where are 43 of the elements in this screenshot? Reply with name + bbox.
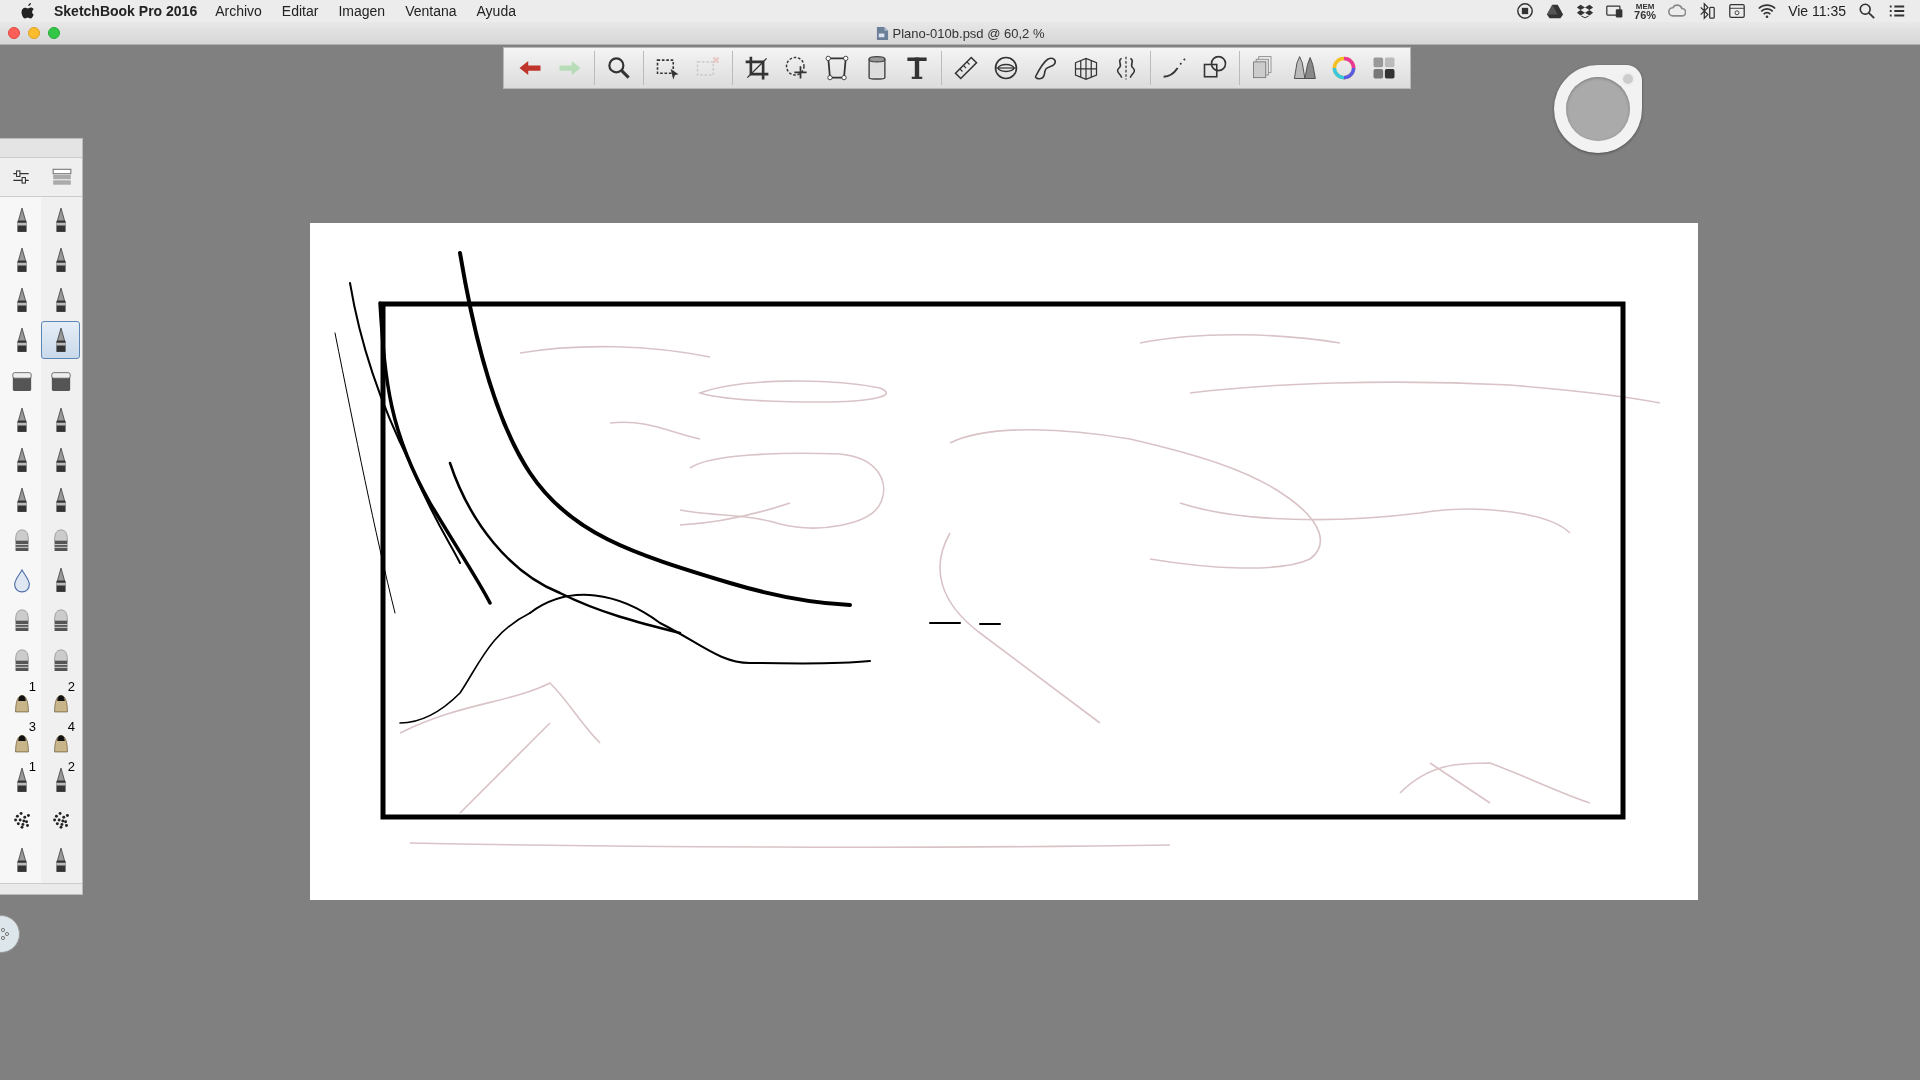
zoom-icon: [605, 54, 633, 82]
crop-icon: [743, 54, 771, 82]
brush-number: 4: [67, 719, 75, 734]
brush-tool[interactable]: 1: [2, 681, 41, 719]
close-button[interactable]: [8, 27, 20, 39]
brush-tool[interactable]: [41, 321, 80, 359]
library-icon[interactable]: [50, 166, 73, 188]
puck-handle[interactable]: [1621, 72, 1635, 86]
distort-icon: [823, 54, 851, 82]
brush-tool[interactable]: 3: [2, 721, 41, 759]
dots-icon: [1, 928, 9, 940]
wifi-icon[interactable]: [1758, 2, 1777, 20]
brush-tool[interactable]: 2: [41, 681, 80, 719]
menu-item[interactable]: Ventana: [405, 3, 457, 19]
color-wheel-icon: [1330, 54, 1358, 82]
cloud-icon[interactable]: [1668, 2, 1687, 20]
memory-label: MEM: [1635, 2, 1655, 11]
record-icon[interactable]: [1516, 2, 1535, 20]
apple-icon[interactable]: [20, 2, 36, 20]
box-icon[interactable]: [1576, 2, 1595, 20]
brush-number: 2: [67, 679, 75, 694]
clock[interactable]: Vie 11:35: [1788, 3, 1846, 19]
brush-number: 1: [28, 759, 36, 774]
menu-item[interactable]: Imagen: [338, 3, 386, 19]
search-icon[interactable]: [1858, 2, 1876, 20]
brush-number: 3: [28, 719, 36, 734]
ellipse-icon: [992, 54, 1020, 82]
triangle-icon[interactable]: [1546, 2, 1565, 20]
app-menu[interactable]: SketchBook Pro 2016: [54, 3, 198, 19]
bluetooth-icon[interactable]: [1698, 2, 1717, 20]
memory-value: 76%: [1634, 11, 1657, 20]
brush-tool[interactable]: 1: [2, 761, 41, 799]
brush-number: 2: [67, 759, 75, 774]
brush-number: 1: [28, 679, 36, 694]
color-puck[interactable]: [1554, 65, 1642, 153]
window-title: Plano-010b.psd @ 60,2 %: [892, 25, 1045, 41]
menu-item[interactable]: Editar: [281, 3, 319, 19]
menu-item[interactable]: Ayuda: [476, 3, 516, 19]
ruler-icon: [952, 54, 980, 82]
brush-tool[interactable]: 2: [41, 761, 80, 799]
document-icon: [875, 25, 889, 41]
menu-item[interactable]: Archivo: [215, 3, 262, 19]
brush-tool[interactable]: 4: [41, 721, 80, 759]
